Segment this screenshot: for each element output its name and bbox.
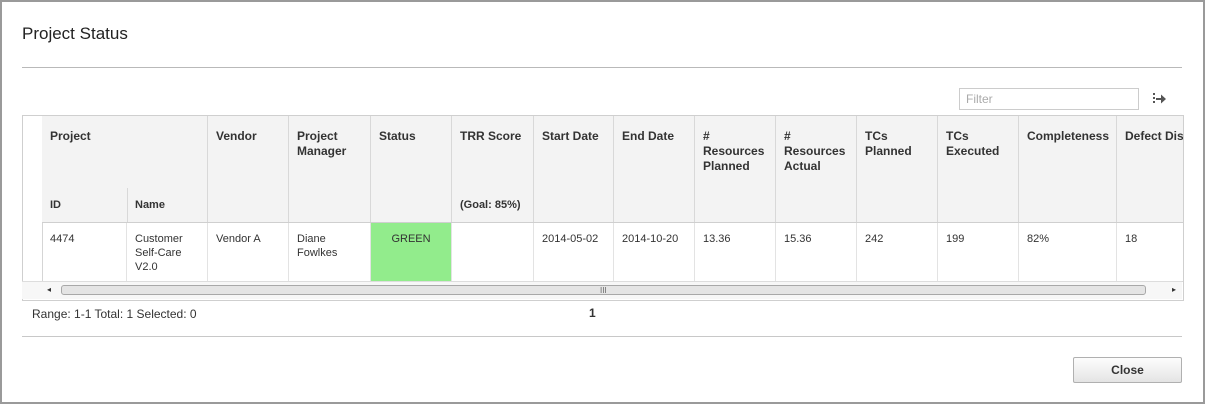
column-header-project-manager[interactable]: Project Manager bbox=[289, 116, 371, 222]
title-divider bbox=[22, 67, 1182, 68]
column-header-tcs-executed[interactable]: TCs Executed bbox=[938, 116, 1019, 222]
horizontal-scrollbar[interactable]: ◂ III ▸ bbox=[22, 281, 1182, 299]
cell-completeness: 82% bbox=[1019, 223, 1117, 281]
column-header-project[interactable]: Project ID Name bbox=[42, 116, 208, 222]
table-row[interactable]: 4474 Customer Self-Care V2.0 Vendor A Di… bbox=[42, 223, 1183, 282]
table-header: Project ID Name Vendor Project Manager S… bbox=[42, 116, 1183, 223]
column-header-tcs-planned[interactable]: TCs Planned bbox=[857, 116, 938, 222]
column-header-status[interactable]: Status bbox=[371, 116, 452, 222]
cell-vendor: Vendor A bbox=[208, 223, 289, 281]
column-header-name[interactable]: Name bbox=[135, 198, 165, 213]
cell-end-date: 2014-10-20 bbox=[614, 223, 695, 281]
scroll-left-arrow-icon[interactable]: ◂ bbox=[47, 285, 51, 294]
row-selector-gutter bbox=[23, 116, 43, 281]
cell-project-manager: Diane Fowlkes bbox=[289, 223, 371, 281]
header-project-label: Project bbox=[50, 129, 91, 143]
scrollbar-grip-icon: III bbox=[600, 286, 607, 295]
range-summary: Range: 1-1 Total: 1 Selected: 0 bbox=[32, 307, 197, 321]
column-header-vendor[interactable]: Vendor bbox=[208, 116, 289, 222]
column-header-end-date[interactable]: End Date bbox=[614, 116, 695, 222]
cell-resources-actual: 15.36 bbox=[776, 223, 857, 281]
column-header-completeness[interactable]: Completeness bbox=[1019, 116, 1117, 222]
column-header-trr-score[interactable]: TRR Score (Goal: 85%) bbox=[452, 116, 534, 222]
column-header-resources-actual[interactable]: # Resources Actual bbox=[776, 116, 857, 222]
column-header-defects-discovered[interactable]: Defect Discovere bbox=[1117, 116, 1183, 222]
page-number[interactable]: 1 bbox=[589, 306, 596, 320]
cell-resources-planned: 13.36 bbox=[695, 223, 776, 281]
cell-tcs-executed: 199 bbox=[938, 223, 1019, 281]
column-header-resources-planned[interactable]: # Resources Planned bbox=[695, 116, 776, 222]
filter-apply-icon[interactable] bbox=[1150, 90, 1168, 108]
filter-input[interactable] bbox=[959, 88, 1139, 110]
close-button[interactable]: Close bbox=[1073, 357, 1182, 383]
cell-name: Customer Self-Care V2.0 bbox=[127, 223, 208, 281]
column-header-id[interactable]: ID bbox=[50, 198, 61, 213]
scrollbar-thumb[interactable]: III bbox=[61, 285, 1146, 295]
scroll-right-arrow-icon[interactable]: ▸ bbox=[1172, 285, 1176, 294]
dialog-title: Project Status bbox=[22, 24, 128, 43]
footer-divider bbox=[22, 336, 1182, 337]
column-header-start-date[interactable]: Start Date bbox=[534, 116, 614, 222]
trr-goal-label: (Goal: 85%) bbox=[460, 199, 521, 211]
project-table: Project ID Name Vendor Project Manager S… bbox=[22, 115, 1184, 301]
cell-defects-discovered: 18 bbox=[1125, 233, 1138, 245]
header-trr-score-label: TRR Score bbox=[460, 129, 522, 143]
cell-start-date: 2014-05-02 bbox=[534, 223, 614, 281]
project-status-dialog: Project Status Project ID Name Vendor Pr… bbox=[0, 0, 1205, 404]
cell-id: 4474 bbox=[42, 223, 127, 281]
cell-trr-score bbox=[452, 223, 534, 281]
cell-status: GREEN bbox=[371, 223, 452, 281]
cell-tcs-planned: 242 bbox=[857, 223, 938, 281]
project-subcolumn-divider bbox=[127, 188, 128, 222]
